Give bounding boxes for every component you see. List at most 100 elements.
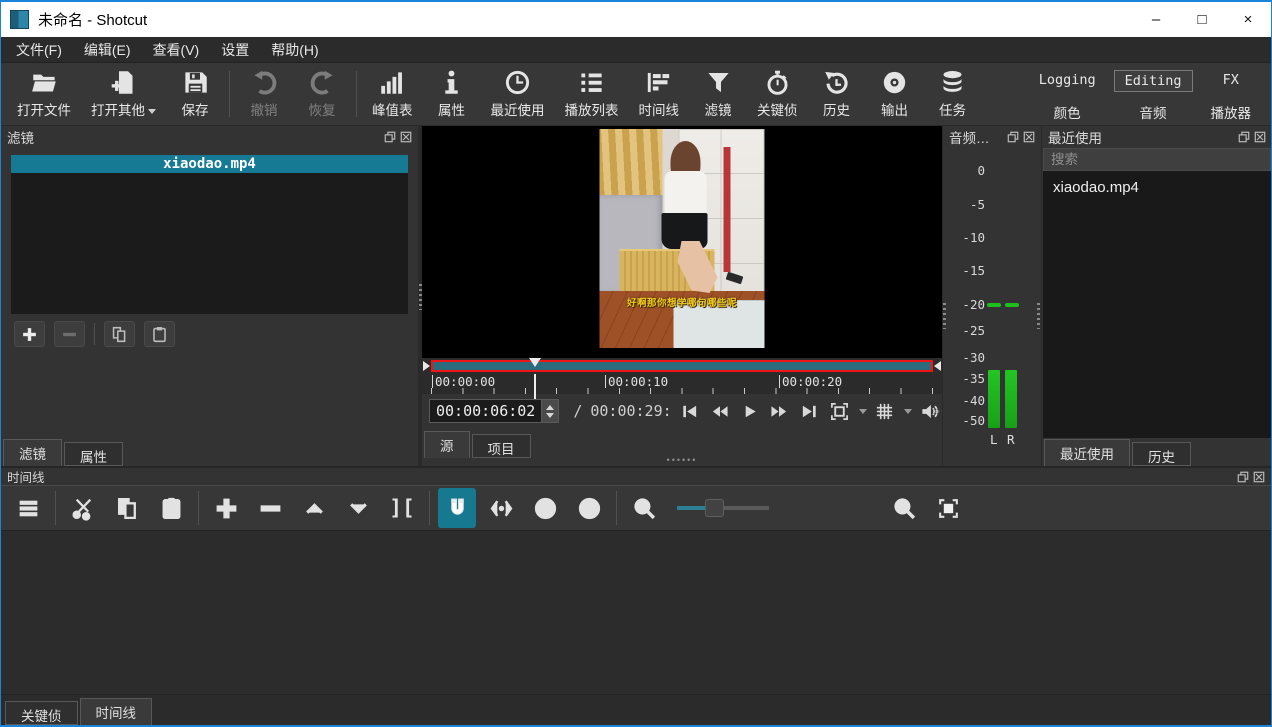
filters-button[interactable]: 滤镜: [689, 66, 747, 122]
tab-filters[interactable]: 滤镜: [3, 439, 62, 466]
filter-list[interactable]: [11, 173, 408, 314]
history-button[interactable]: 历史: [808, 66, 866, 122]
save-button[interactable]: 保存: [166, 66, 224, 122]
jobs-button[interactable]: 任务: [924, 66, 982, 122]
menu-file[interactable]: 文件(F): [5, 37, 73, 63]
split-button[interactable]: ][: [383, 488, 421, 528]
append-button[interactable]: [207, 488, 245, 528]
grid-dropdown-icon[interactable]: [904, 409, 912, 414]
timecode-field[interactable]: 00:00:06:02: [429, 399, 559, 423]
layout-logging-button[interactable]: Logging: [1029, 70, 1106, 92]
tab-history[interactable]: 历史: [1132, 442, 1191, 466]
skip-end-button[interactable]: [796, 398, 822, 424]
paste-filters-button[interactable]: [144, 321, 175, 347]
cut-button[interactable]: [64, 488, 102, 528]
properties-icon: [438, 69, 465, 96]
copy-icon: [111, 326, 128, 343]
zoom-out-button[interactable]: [625, 488, 663, 528]
tab-source[interactable]: 源: [424, 431, 470, 458]
ripple-toggle[interactable]: [526, 488, 564, 528]
menu-settings[interactable]: 设置: [210, 37, 260, 63]
tab-properties[interactable]: 属性: [64, 442, 123, 466]
zoom-out-icon: [632, 496, 657, 521]
open-file-button[interactable]: 打开文件: [7, 66, 81, 122]
keyframes-button[interactable]: 关键侦: [747, 66, 808, 122]
undo-button[interactable]: 撤销: [235, 66, 293, 122]
copy-button[interactable]: [108, 488, 146, 528]
zoom-fit-button[interactable]: [929, 488, 967, 528]
minimize-button[interactable]: –: [1133, 2, 1179, 37]
add-filter-button[interactable]: [14, 321, 45, 347]
recent-button[interactable]: 最近使用: [481, 66, 555, 122]
filters-panel: 滤镜 xiaodao.mp4: [1, 126, 418, 466]
zoom-in-button[interactable]: [885, 488, 923, 528]
layout-player-button[interactable]: 播放器: [1201, 100, 1262, 124]
playhead[interactable]: [529, 358, 541, 367]
close-panel-icon[interactable]: [1254, 131, 1266, 143]
tab-project[interactable]: 项目: [472, 434, 531, 458]
toolbar-overflow-icon[interactable]: »: [933, 403, 940, 418]
layout-color-button[interactable]: 颜色: [1029, 100, 1106, 124]
timeline-button[interactable]: 时间线: [629, 66, 690, 122]
layout-fx-button[interactable]: FX: [1201, 70, 1262, 92]
skip-start-button[interactable]: [677, 398, 703, 424]
close-panel-icon[interactable]: [1253, 471, 1265, 483]
ripple-all-tracks-toggle[interactable]: [570, 488, 608, 528]
spinner-up-icon[interactable]: [546, 405, 554, 410]
splitter-handle[interactable]: [943, 303, 946, 329]
float-panel-icon[interactable]: [1237, 471, 1249, 483]
snap-toggle[interactable]: [438, 488, 476, 528]
menu-view[interactable]: 查看(V): [142, 37, 211, 63]
lift-button[interactable]: [295, 488, 333, 528]
list-item[interactable]: xiaodao.mp4: [1043, 171, 1271, 196]
properties-button[interactable]: 属性: [423, 66, 481, 122]
paste-button[interactable]: [152, 488, 190, 528]
tab-keyframes[interactable]: 关键侦: [5, 701, 78, 725]
slider-handle[interactable]: [705, 499, 724, 517]
splitter-handle[interactable]: [1037, 303, 1040, 329]
ripple-delete-button[interactable]: [251, 488, 289, 528]
play-button[interactable]: [737, 398, 763, 424]
tab-timeline[interactable]: 时间线: [80, 698, 153, 725]
trim-out-marker[interactable]: [934, 361, 941, 371]
grid-button[interactable]: [871, 398, 897, 424]
close-panel-icon[interactable]: [400, 131, 412, 143]
selected-clip-bar[interactable]: xiaodao.mp4: [11, 155, 408, 173]
rewind-button[interactable]: [707, 398, 733, 424]
float-panel-icon[interactable]: [384, 131, 396, 143]
remove-filter-button[interactable]: [54, 321, 85, 347]
spinner-down-icon[interactable]: [546, 413, 554, 418]
scrubber[interactable]: [422, 358, 942, 374]
menu-edit[interactable]: 编辑(E): [73, 37, 142, 63]
scrub-bar[interactable]: [431, 360, 933, 372]
time-ruler[interactable]: 00:00:00 00:00:10 00:00:20: [422, 374, 942, 394]
zoom-fit-player-button[interactable]: [826, 398, 852, 424]
tab-recent[interactable]: 最近使用: [1044, 439, 1130, 466]
current-timecode[interactable]: 00:00:06:02: [430, 400, 541, 422]
splitter-handle-horizontal[interactable]: ••••••: [422, 458, 942, 466]
timeline-tracks-area[interactable]: [1, 531, 1271, 694]
float-panel-icon[interactable]: [1238, 131, 1250, 143]
export-button[interactable]: 输出: [866, 66, 924, 122]
overwrite-button[interactable]: [339, 488, 377, 528]
scrub-while-dragging-toggle[interactable]: [482, 488, 520, 528]
timecode-spinner[interactable]: [541, 400, 558, 422]
timeline-zoom-slider[interactable]: [677, 498, 769, 518]
menu-help[interactable]: 帮助(H): [260, 37, 329, 63]
layout-editing-button[interactable]: Editing: [1114, 70, 1193, 92]
trim-in-marker[interactable]: [423, 361, 430, 371]
search-input[interactable]: [1043, 148, 1271, 171]
peak-meter-button[interactable]: 峰值表: [362, 66, 423, 122]
maximize-button[interactable]: □: [1179, 2, 1225, 37]
close-button[interactable]: ×: [1225, 2, 1271, 37]
open-other-button[interactable]: 打开其他: [81, 66, 166, 122]
redo-button[interactable]: 恢复: [293, 66, 351, 122]
zoom-dropdown-icon[interactable]: [859, 409, 867, 414]
timeline-menu-button[interactable]: [9, 488, 47, 528]
layout-audio-button[interactable]: 音频: [1114, 100, 1193, 124]
copy-filters-button[interactable]: [104, 321, 135, 347]
playlist-button[interactable]: 播放列表: [555, 66, 629, 122]
fast-forward-button[interactable]: [767, 398, 793, 424]
close-panel-icon[interactable]: [1023, 131, 1035, 143]
float-panel-icon[interactable]: [1007, 131, 1019, 143]
